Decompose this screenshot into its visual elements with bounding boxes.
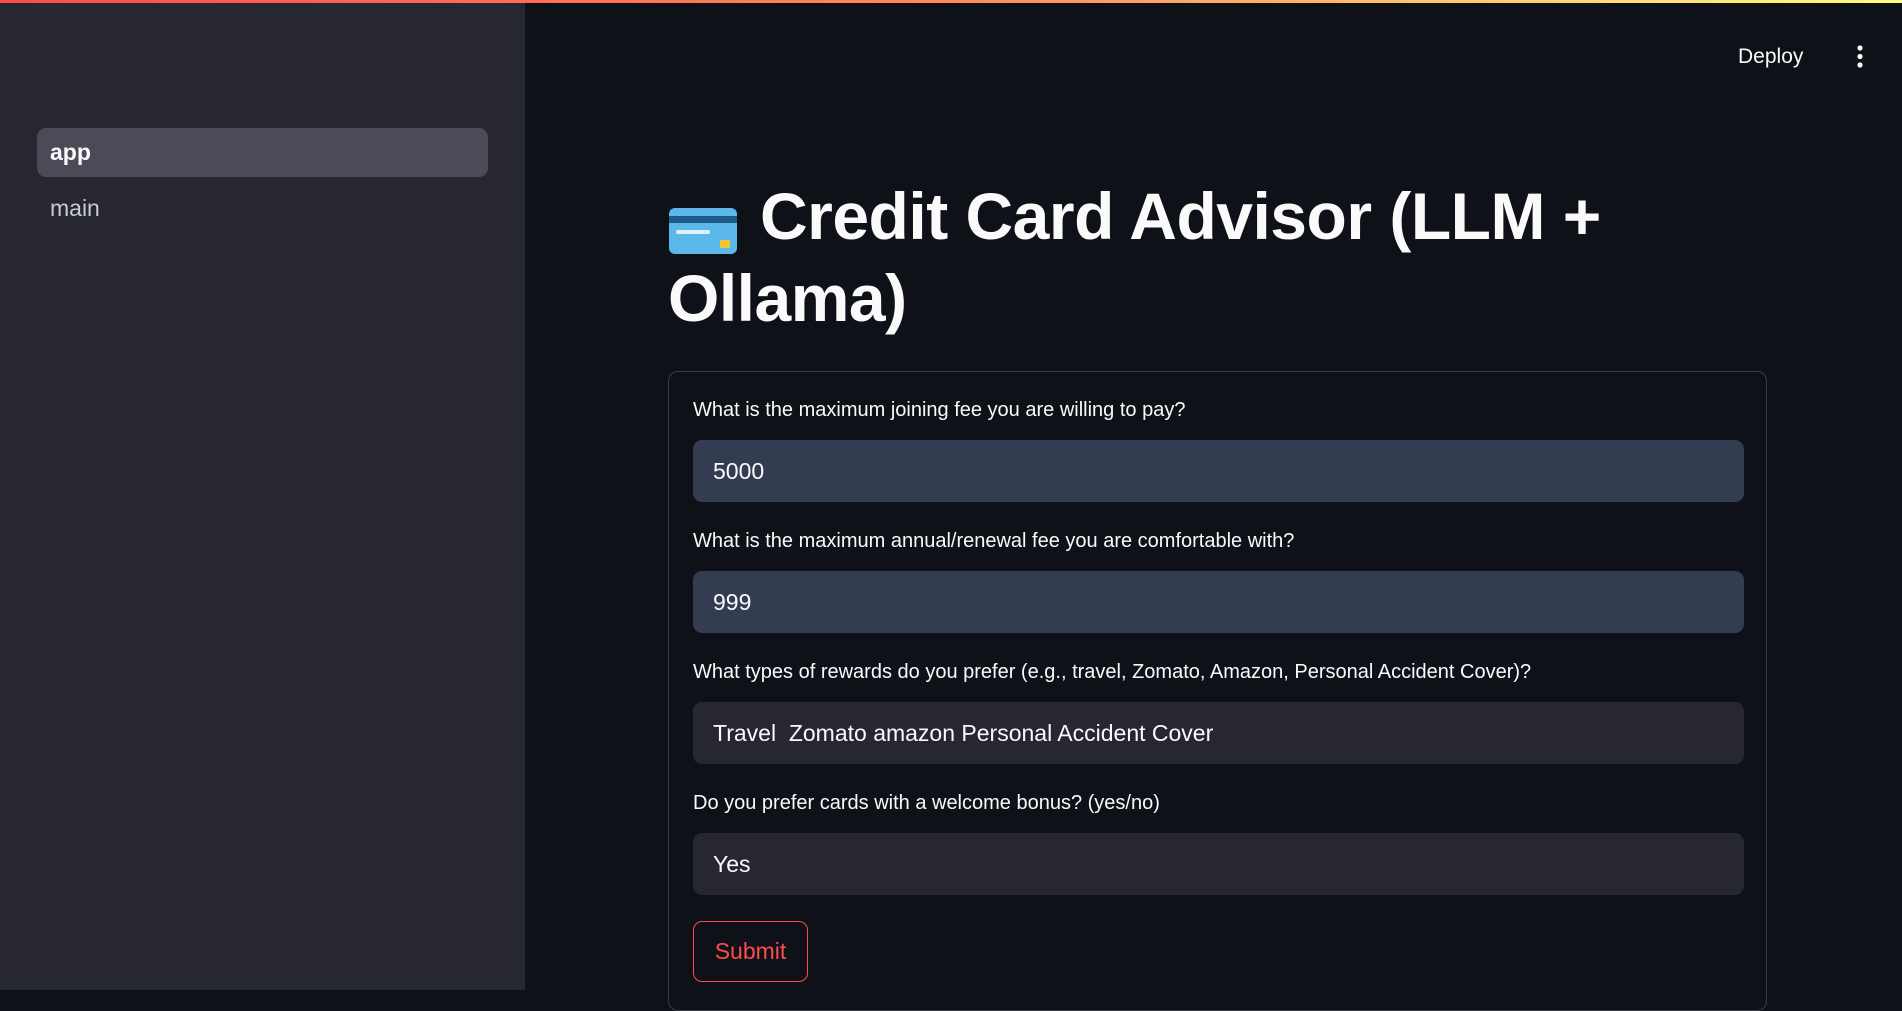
main-menu-button[interactable]: [1850, 44, 1870, 70]
annual-fee-input[interactable]: [693, 571, 1744, 633]
credit-card-icon: [668, 192, 738, 254]
page-title-text: Credit Card Advisor (LLM + Ollama): [668, 179, 1601, 335]
welcome-bonus-label: Do you prefer cards with a welcome bonus…: [693, 792, 1160, 814]
sidebar-item-label: main: [50, 195, 100, 221]
page-title: Credit Card Advisor (LLM + Ollama): [668, 175, 1788, 339]
preferences-form: What is the maximum joining fee you are …: [668, 371, 1767, 1011]
welcome-bonus-input[interactable]: [693, 833, 1744, 895]
vertical-ellipsis-icon: [1857, 45, 1863, 68]
joining-fee-label: What is the maximum joining fee you are …: [693, 399, 1186, 421]
sidebar-item-main[interactable]: main: [37, 184, 488, 233]
joining-fee-input[interactable]: [693, 440, 1744, 502]
rewards-input[interactable]: [693, 702, 1744, 764]
top-decoration-bar: [0, 0, 1902, 3]
submit-button[interactable]: Submit: [693, 921, 808, 982]
annual-fee-label: What is the maximum annual/renewal fee y…: [693, 530, 1295, 552]
sidebar-item-app[interactable]: app: [37, 128, 488, 177]
sidebar-item-label: app: [50, 139, 91, 165]
rewards-label: What types of rewards do you prefer (e.g…: [693, 661, 1532, 683]
sidebar-nav: app main: [37, 128, 488, 240]
deploy-button[interactable]: Deploy: [1738, 42, 1803, 72]
sidebar: app main: [0, 0, 525, 990]
